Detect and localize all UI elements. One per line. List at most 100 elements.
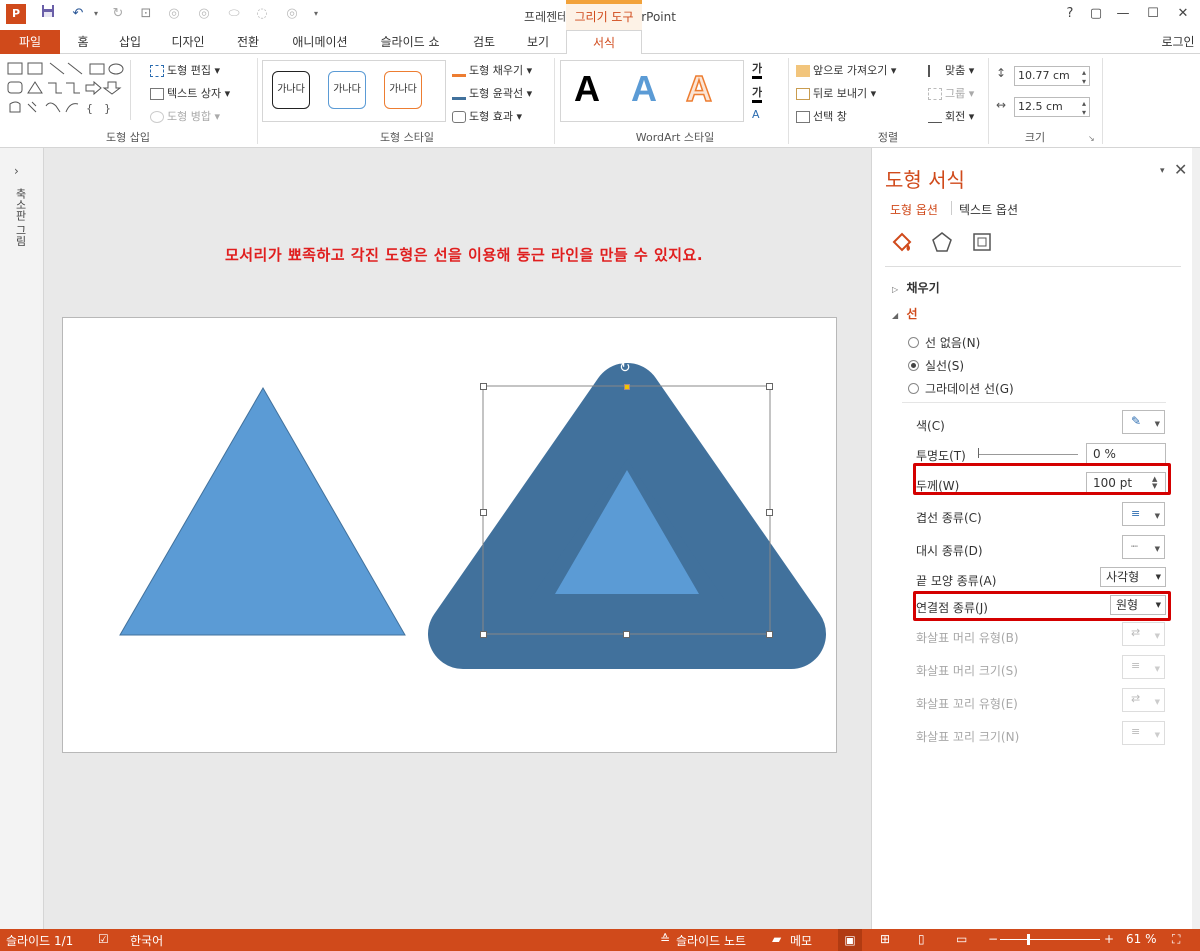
- help-icon[interactable]: ?: [1057, 2, 1083, 26]
- tab-shape-options[interactable]: 도형 옵션: [890, 201, 938, 218]
- resize-handle-bottom-left[interactable]: [480, 631, 487, 638]
- shape-style-preset-3[interactable]: 가나다: [384, 71, 422, 109]
- transparency-input[interactable]: 0 %: [1086, 443, 1166, 465]
- pane-scrollbar[interactable]: [1192, 148, 1200, 929]
- shape-outline-button[interactable]: 도형 윤곽선 ▾: [452, 85, 532, 101]
- fill-section-header[interactable]: ▷ 채우기: [892, 279, 940, 296]
- text-outline-button[interactable]: 가: [752, 84, 763, 103]
- slide-counter[interactable]: 슬라이드 1/1: [6, 932, 73, 949]
- tab-review[interactable]: 검토: [462, 30, 506, 54]
- shape-width-input[interactable]: 12.5 cm: [1014, 97, 1090, 117]
- wordart-style-1[interactable]: A: [574, 68, 600, 110]
- size-properties-icon[interactable]: [970, 230, 994, 257]
- tab-transitions[interactable]: 전환: [226, 30, 270, 54]
- transparency-slider-thumb[interactable]: [978, 448, 979, 458]
- tab-file[interactable]: 파일: [0, 30, 60, 54]
- rotate-handle-icon[interactable]: ↻: [619, 360, 631, 376]
- tab-design[interactable]: 디자인: [160, 30, 216, 54]
- tab-animations[interactable]: 애니메이션: [282, 30, 358, 54]
- ribbon-display-icon[interactable]: ▢: [1083, 2, 1109, 26]
- compound-type-dropdown[interactable]: ≡ ▼: [1122, 502, 1165, 526]
- resize-handle-left[interactable]: [480, 509, 487, 516]
- radio-gradient[interactable]: [908, 383, 919, 394]
- zoom-out-icon[interactable]: −: [988, 932, 998, 946]
- comments-button[interactable]: 메모: [790, 932, 812, 949]
- slideshow-view-icon[interactable]: ▭: [956, 932, 967, 946]
- zoom-level[interactable]: 61 %: [1126, 932, 1157, 946]
- notes-icon[interactable]: ≙: [660, 932, 670, 946]
- shape-effects-button[interactable]: 도형 효과 ▾: [452, 108, 522, 124]
- tab-view[interactable]: 보기: [516, 30, 560, 54]
- tab-text-options[interactable]: 텍스트 옵션: [959, 201, 1018, 218]
- radio-none[interactable]: [908, 337, 919, 348]
- transparency-slider[interactable]: [978, 454, 1078, 455]
- rotate-button[interactable]: 회전 ▾: [928, 108, 974, 124]
- width-spinner-icon[interactable]: ▴ ▾: [1082, 99, 1086, 117]
- text-box-button[interactable]: 텍스트 상자 ▾: [150, 85, 230, 101]
- align-button[interactable]: 맞춤 ▾: [928, 62, 974, 78]
- selection-pane-button[interactable]: 선택 창: [796, 108, 847, 124]
- height-spinner-icon[interactable]: ▴ ▾: [1082, 68, 1086, 86]
- size-dialog-launcher-icon[interactable]: ↘: [1088, 134, 1095, 143]
- fit-to-window-icon[interactable]: ⛶: [1172, 932, 1180, 947]
- expand-thumbnails-icon[interactable]: ›: [14, 164, 19, 178]
- slide[interactable]: ↻: [62, 317, 837, 753]
- spellcheck-icon[interactable]: ☑: [98, 932, 109, 946]
- cap-type-select[interactable]: 사각형 ▼: [1100, 567, 1166, 587]
- wordart-style-2[interactable]: A: [631, 68, 657, 110]
- minimize-icon[interactable]: —: [1110, 2, 1136, 26]
- thumbnails-label[interactable]: 축소판 그림: [12, 188, 28, 247]
- shape-style-preset-2[interactable]: 가나다: [328, 71, 366, 109]
- resize-handle-right[interactable]: [766, 509, 773, 516]
- begin-arrow-type-dropdown[interactable]: ⇄ ▼: [1122, 622, 1165, 646]
- tab-home[interactable]: 홈: [68, 30, 98, 54]
- tab-format[interactable]: 서식: [566, 30, 642, 55]
- shape-style-preset-1[interactable]: 가나다: [272, 71, 310, 109]
- text-effects-icon[interactable]: A: [752, 108, 760, 121]
- shape-gallery[interactable]: {}: [6, 60, 130, 122]
- line-section-header[interactable]: ◢ 선: [892, 305, 918, 322]
- bring-forward-button[interactable]: 앞으로 가져오기 ▾: [796, 62, 896, 78]
- dash-type-dropdown[interactable]: ┈ ▼: [1122, 535, 1165, 559]
- zoom-slider[interactable]: [1000, 939, 1100, 940]
- shape-fill-button[interactable]: 도형 채우기 ▾: [452, 62, 532, 78]
- resize-handle-bottom[interactable]: [623, 631, 630, 638]
- slide-sorter-icon[interactable]: ⊞: [880, 932, 890, 946]
- login-link[interactable]: 로그인: [1156, 30, 1200, 54]
- text-fill-button[interactable]: 가: [752, 60, 763, 79]
- effects-pentagon-icon[interactable]: [930, 230, 954, 257]
- language-indicator[interactable]: 한국어: [130, 932, 163, 949]
- comments-icon[interactable]: ▰: [772, 932, 781, 946]
- merge-shapes-button[interactable]: 도형 병합 ▾: [150, 108, 220, 124]
- left-triangle-shape[interactable]: [119, 386, 406, 636]
- close-icon[interactable]: ✕: [1170, 2, 1196, 26]
- shape-gallery-scroll[interactable]: [130, 60, 140, 120]
- end-arrow-size-dropdown[interactable]: ≡ ▼: [1122, 721, 1165, 745]
- normal-view-icon[interactable]: ▣: [838, 929, 862, 951]
- notes-button[interactable]: 슬라이드 노트: [676, 932, 746, 949]
- line-color-dropdown[interactable]: ✎ ▼: [1122, 410, 1165, 434]
- end-arrow-type-dropdown[interactable]: ⇄ ▼: [1122, 688, 1165, 712]
- maximize-icon[interactable]: ☐: [1140, 2, 1166, 26]
- zoom-slider-thumb[interactable]: [1027, 934, 1030, 945]
- adjust-handle[interactable]: [624, 384, 630, 390]
- fill-line-icon[interactable]: [890, 230, 914, 257]
- send-backward-button[interactable]: 뒤로 보내기 ▾: [796, 85, 876, 101]
- slide-headline[interactable]: 모서리가 뾰족하고 각진 도형은 선을 이용해 둥근 라인을 만들 수 있지요.: [44, 244, 884, 265]
- group-button[interactable]: 그룹 ▾: [928, 85, 974, 101]
- begin-arrow-size-dropdown[interactable]: ≡ ▼: [1122, 655, 1165, 679]
- resize-handle-bottom-right[interactable]: [766, 631, 773, 638]
- reading-view-icon[interactable]: ▯: [918, 932, 925, 946]
- tab-insert[interactable]: 삽입: [108, 30, 152, 54]
- wordart-style-3[interactable]: A: [685, 67, 713, 110]
- resize-handle-top-right[interactable]: [766, 383, 773, 390]
- radio-solid[interactable]: [908, 360, 919, 371]
- zoom-in-icon[interactable]: +: [1104, 932, 1114, 946]
- pane-options-icon[interactable]: ▾: [1160, 166, 1165, 176]
- edit-shape-button[interactable]: 도형 편집 ▾: [150, 62, 220, 78]
- shape-height-input[interactable]: 10.77 cm: [1014, 66, 1090, 86]
- line-option-gradient[interactable]: 그라데이션 선(G): [908, 380, 1014, 397]
- pane-close-icon[interactable]: ✕: [1174, 160, 1187, 179]
- tab-slideshow[interactable]: 슬라이드 쇼: [370, 30, 450, 54]
- line-option-solid[interactable]: 실선(S): [908, 357, 964, 374]
